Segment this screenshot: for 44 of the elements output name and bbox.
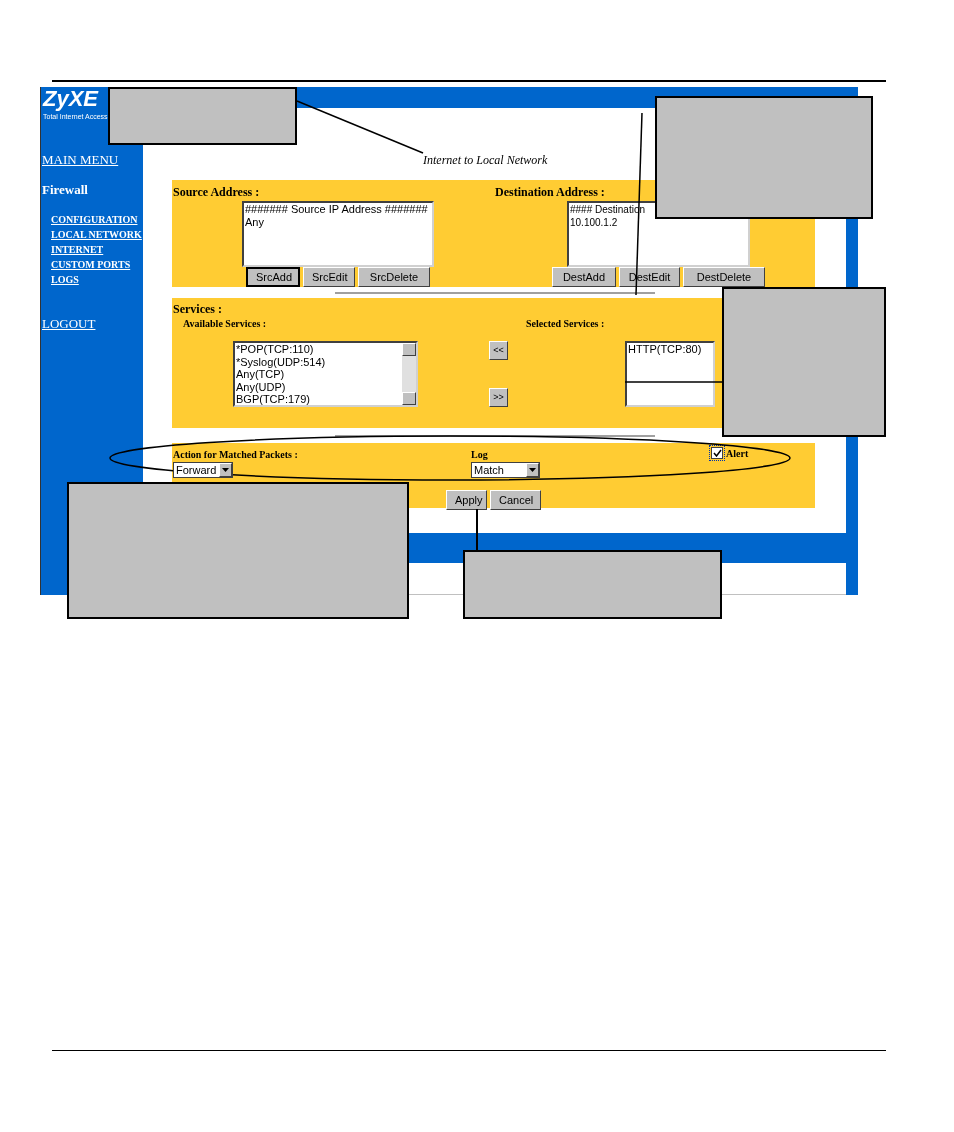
section-heading: Firewall xyxy=(42,183,88,196)
push-button[interactable]: Apply xyxy=(446,490,487,510)
sidebar-link[interactable]: LOGS xyxy=(51,274,79,285)
push-button[interactable]: SrcDelete xyxy=(358,267,430,287)
push-button[interactable]: Cancel xyxy=(490,490,541,510)
list-entry[interactable]: Any xyxy=(245,216,264,229)
dropdown[interactable]: Forward xyxy=(173,462,233,478)
list-entry[interactable]: Any(UDP) xyxy=(236,380,286,393)
push-button[interactable]: DestAdd xyxy=(552,267,616,287)
list-entry[interactable]: *Syslog(UDP:514) xyxy=(236,355,326,368)
list-entry[interactable]: 10.100.1.2 xyxy=(570,216,618,229)
selected-services-label: Selected Services : xyxy=(526,319,605,329)
move-button[interactable]: >> xyxy=(489,388,508,407)
sidebar-link[interactable]: CUSTOM PORTS xyxy=(51,259,131,270)
sidebar-link[interactable]: CONFIGURATION xyxy=(51,214,138,225)
available-services-list[interactable]: *POP(TCP:110) *Syslog(UDP:514) Any(TCP) Any(UDP) BGP(TCP:179) xyxy=(233,341,418,407)
services-heading: Services : xyxy=(173,303,222,315)
list-entry[interactable]: *POP(TCP:110) xyxy=(236,343,314,356)
list-entry[interactable]: BGP(TCP:179) xyxy=(236,393,310,405)
selected-services-list[interactable]: HTTP(TCP:80) xyxy=(625,341,715,407)
leader-line xyxy=(476,508,478,551)
sidebar-link[interactable]: LOCAL NETWORK xyxy=(51,229,142,240)
available-services-label: Available Services : xyxy=(183,318,267,329)
move-button[interactable]: << xyxy=(489,341,508,360)
list-entry[interactable]: HTTP(TCP:80) xyxy=(628,343,702,356)
scrollbar[interactable] xyxy=(402,343,416,405)
logo: ZyXE xyxy=(43,88,99,110)
dropdown[interactable]: Match xyxy=(471,462,540,478)
log-label: Log xyxy=(471,450,488,460)
alert-label: Alert xyxy=(726,449,749,459)
address-list[interactable]: ####### Source IP Address ####### Any xyxy=(242,201,434,267)
alert-checkbox[interactable] xyxy=(711,447,723,459)
push-button[interactable]: SrcEdit xyxy=(303,267,355,287)
address-label: Source Address : xyxy=(172,186,260,198)
address-label: Destination Address : xyxy=(494,186,605,198)
main-menu-link[interactable]: MAIN MENU xyxy=(42,153,119,166)
page-subtitle: Internet to Local Network xyxy=(423,154,548,166)
logout-link[interactable]: LOGOUT xyxy=(42,317,96,330)
list-entry[interactable]: ####### Source IP Address ####### xyxy=(245,203,428,216)
sidebar-link[interactable]: INTERNET xyxy=(51,244,104,255)
list-entry[interactable]: Any(TCP) xyxy=(236,368,285,381)
push-button[interactable]: DestDelete xyxy=(683,267,765,287)
action-label: Action for Matched Packets : xyxy=(173,450,298,460)
push-button[interactable]: SrcAdd xyxy=(246,267,300,287)
